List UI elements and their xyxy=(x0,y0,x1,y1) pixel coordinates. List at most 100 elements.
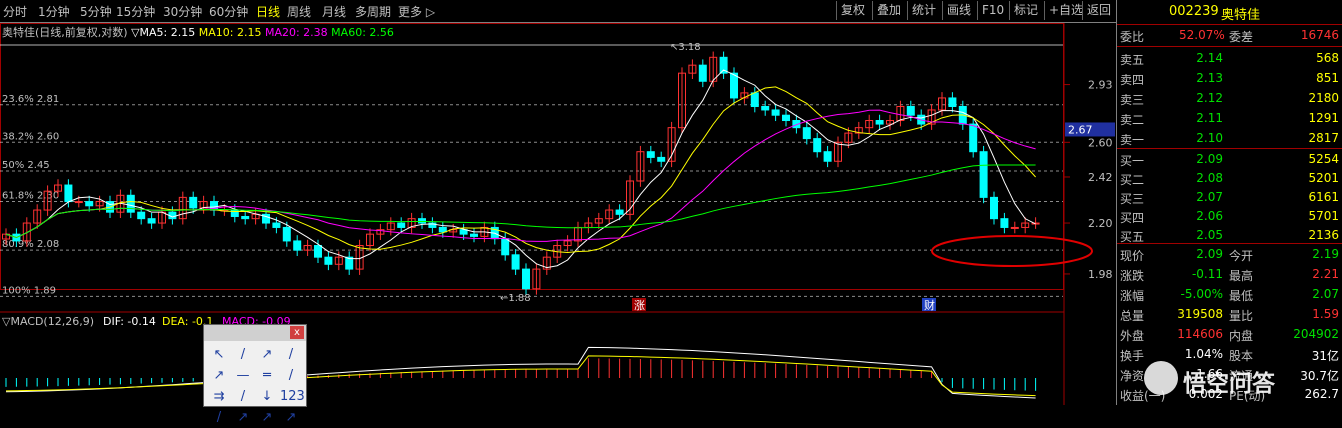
price-tick-label: 2.60 xyxy=(1088,136,1113,149)
drawing-tool-button[interactable]: ↗ xyxy=(256,408,278,428)
drawing-tools-dialog[interactable]: x ↖ / ↗ / ↗ — ═ / ⇉ / ↓ 123/↗ ↗ ↗ xyxy=(203,324,307,425)
stat-value: 262.7 xyxy=(1304,387,1339,401)
candle-body xyxy=(293,240,302,251)
candle-body xyxy=(979,151,988,198)
marker-label: 涨 xyxy=(634,299,645,312)
toolbar-button[interactable]: F10 xyxy=(977,1,1008,20)
candle-body xyxy=(990,196,998,220)
drawing-tool-button[interactable]: ↗ xyxy=(208,366,230,386)
drawing-tool-button[interactable]: ═ xyxy=(256,366,278,386)
candle-body xyxy=(189,196,198,209)
kline-chart[interactable]: 23.6% 2.8138.2% 2.6050% 2.4561.8% 2.3080… xyxy=(0,23,1115,405)
order-price: 2.12 xyxy=(1196,91,1223,105)
toolbar-button[interactable]: 统计 xyxy=(907,1,940,20)
quote-row: 卖五 2.14 568 xyxy=(1117,48,1342,69)
candle-body xyxy=(615,209,624,215)
stock-name: 奥特佳 xyxy=(1221,8,1261,23)
quote-panel: 002239 奥特佳 委比 52.07% 委差 16746 卖五 2.14 568 卖… xyxy=(1116,0,1342,405)
watermark: 悟空问答 xyxy=(1183,371,1275,397)
close-button[interactable]: x xyxy=(290,326,304,339)
candle-body xyxy=(1010,226,1019,229)
order-price: 2.08 xyxy=(1196,171,1223,185)
candle-body xyxy=(750,92,759,107)
toolbar-button[interactable]: 标记 xyxy=(1009,1,1042,20)
toolbar-button[interactable]: +自选 xyxy=(1044,1,1087,20)
period-tab[interactable]: 30分钟 xyxy=(163,3,202,20)
toolbar-button[interactable]: 画线 xyxy=(942,1,975,20)
order-volume: 6161 xyxy=(1308,190,1339,204)
period-tab[interactable]: 15分钟 xyxy=(116,3,155,20)
candle-body xyxy=(64,184,73,203)
period-tab[interactable]: 更多 ▷ xyxy=(398,3,435,20)
ma60-line xyxy=(5,164,1036,239)
drawing-tool-button[interactable]: / xyxy=(208,408,230,428)
indicator-info-line: 奥特佳(日线,前复权,对数) ▽MA5: 2.15 MA10: 2.15 MA2… xyxy=(2,24,394,40)
kline-chart-area[interactable]: 23.6% 2.81 38.2% 2.60 50% 2.45 61.8% 2.30 80… xyxy=(0,23,1115,405)
quote-row: 买三 2.07 6161 xyxy=(1117,187,1342,208)
dialog-title-bar[interactable]: x xyxy=(204,325,306,341)
period-tab[interactable]: 月线 xyxy=(322,3,346,20)
drawing-tool-button[interactable]: ↓ xyxy=(256,387,278,407)
weibi-value: 52.07% xyxy=(1179,28,1225,42)
order-price: 2.13 xyxy=(1196,71,1223,85)
period-tab[interactable]: 分时 xyxy=(3,3,27,20)
quote-row: 卖四 2.13 851 xyxy=(1117,68,1342,89)
drawing-tool-button[interactable]: ↗ xyxy=(232,408,254,428)
toolbar-button[interactable]: 复权 xyxy=(836,1,869,20)
period-tab[interactable]: 周线 xyxy=(287,3,311,20)
candle-body xyxy=(137,211,146,220)
candle-body xyxy=(147,218,156,224)
candle-body xyxy=(813,138,822,153)
stat-value: 1.59 xyxy=(1312,307,1339,321)
drawing-tool-button[interactable]: ↗ xyxy=(280,408,302,428)
order-volume: 2180 xyxy=(1308,91,1339,105)
candle-body xyxy=(782,114,790,122)
drawing-tool-button[interactable]: / xyxy=(232,387,254,407)
dea-line xyxy=(5,355,1036,397)
toolbar-button[interactable]: 返回 xyxy=(1082,1,1115,20)
fibonacci-label: 50% 2.45 xyxy=(2,160,50,171)
period-tab[interactable]: 多周期 xyxy=(355,3,391,20)
toolbar-button[interactable]: 叠加 xyxy=(872,1,905,20)
quote-row: 换手 1.04% 股本 31亿 xyxy=(1117,344,1342,365)
dif-line xyxy=(5,346,1036,399)
stat-label: 内盘 xyxy=(1229,329,1254,343)
marker-label: 财 xyxy=(924,298,935,312)
quote-row: 卖三 2.12 2180 xyxy=(1117,88,1342,109)
drawing-tool-button[interactable]: ↖ xyxy=(208,345,230,365)
fibonacci-label: 23.6% 2.81 xyxy=(2,94,59,105)
drawing-tool-button[interactable]: ⇉ xyxy=(208,387,230,407)
stat-label: 涨幅 xyxy=(1120,289,1145,303)
stat-label: 股本 xyxy=(1229,349,1254,363)
quote-row: 现价 2.09 今开 2.19 xyxy=(1117,244,1342,265)
drawing-tool-button[interactable]: / xyxy=(280,366,302,386)
drawing-tool-button[interactable]: — xyxy=(232,366,254,386)
drawing-tool-button[interactable]: 123 xyxy=(280,387,305,407)
candle-body xyxy=(501,238,510,256)
order-label: 卖五 xyxy=(1120,53,1145,67)
stat-label: 涨跌 xyxy=(1120,269,1145,283)
period-tab[interactable]: 60分钟 xyxy=(209,3,248,20)
quote-row: 总量 319508 量比 1.59 xyxy=(1117,304,1342,325)
period-tab[interactable]: 日线 xyxy=(256,3,280,20)
drawing-tool-button[interactable]: / xyxy=(232,345,254,365)
quote-row: 买一 2.09 5254 xyxy=(1117,149,1342,170)
drawing-tool-button[interactable]: ↗ xyxy=(256,345,278,365)
macd-title: ▽MACD(12,26,9) xyxy=(2,315,94,328)
quote-row: 买二 2.08 5201 xyxy=(1117,168,1342,189)
stat-value: 31亿 xyxy=(1311,349,1339,363)
stat-label: 最低 xyxy=(1229,289,1254,303)
drawing-tool-button[interactable]: / xyxy=(280,345,302,365)
period-tab[interactable]: 5分钟 xyxy=(80,3,112,20)
stat-label: 现价 xyxy=(1120,249,1145,263)
quote-row: 外盘 114606 内盘 204902 xyxy=(1117,324,1342,345)
stock-header: 002239 奥特佳 xyxy=(1117,1,1342,23)
order-price: 2.10 xyxy=(1196,131,1223,145)
order-price: 2.06 xyxy=(1196,209,1223,223)
period-tab[interactable]: 1分钟 xyxy=(38,3,70,20)
order-volume: 5254 xyxy=(1308,152,1339,166)
order-label: 买三 xyxy=(1120,192,1145,206)
dif-label: DIF: -0.14 xyxy=(103,315,156,328)
ma10-line xyxy=(5,86,1036,253)
candle-body xyxy=(802,127,811,140)
